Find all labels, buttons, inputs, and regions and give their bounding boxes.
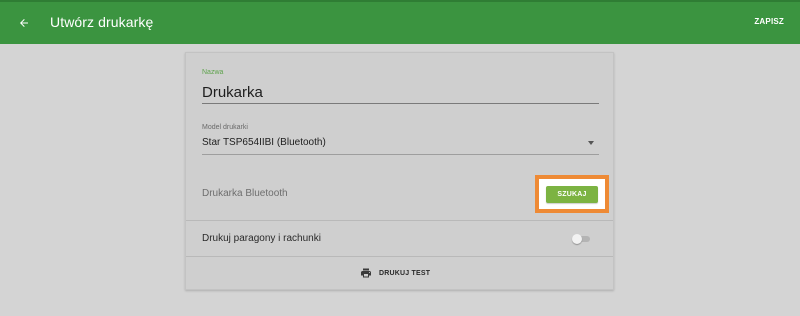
name-field-label: Nazwa [202, 69, 224, 76]
bluetooth-printer-label: Drukarka Bluetooth [202, 188, 288, 199]
search-button[interactable]: SZUKAJ [546, 186, 598, 203]
printer-form-card: Nazwa Drukarka Model drukarki Star TSP65… [185, 52, 614, 290]
app-bar: Utwórz drukarkę ZAPISZ [0, 0, 800, 44]
toggle-thumb [572, 234, 582, 244]
test-print-button[interactable]: DRUKUJ TEST [360, 265, 430, 281]
arrow-left-icon [20, 19, 28, 27]
page-title: Utwórz drukarkę [50, 14, 154, 30]
divider [186, 220, 613, 221]
print-receipts-label: Drukuj paragony i rachunki [202, 233, 321, 244]
model-select[interactable]: Star TSP654IIBI (Bluetooth) [202, 137, 326, 148]
divider [186, 256, 613, 257]
print-receipts-toggle[interactable] [572, 234, 590, 244]
name-input-underline [202, 103, 599, 104]
back-button[interactable] [12, 11, 36, 35]
dropdown-arrow-icon[interactable] [588, 141, 594, 145]
name-input[interactable]: Drukarka [202, 84, 263, 101]
search-button-highlight: SZUKAJ [535, 175, 609, 213]
model-select-underline [202, 154, 599, 155]
model-field-label: Model drukarki [202, 124, 248, 131]
save-button[interactable]: ZAPISZ [754, 17, 784, 26]
test-print-label: DRUKUJ TEST [379, 269, 431, 277]
printer-icon [361, 268, 371, 278]
